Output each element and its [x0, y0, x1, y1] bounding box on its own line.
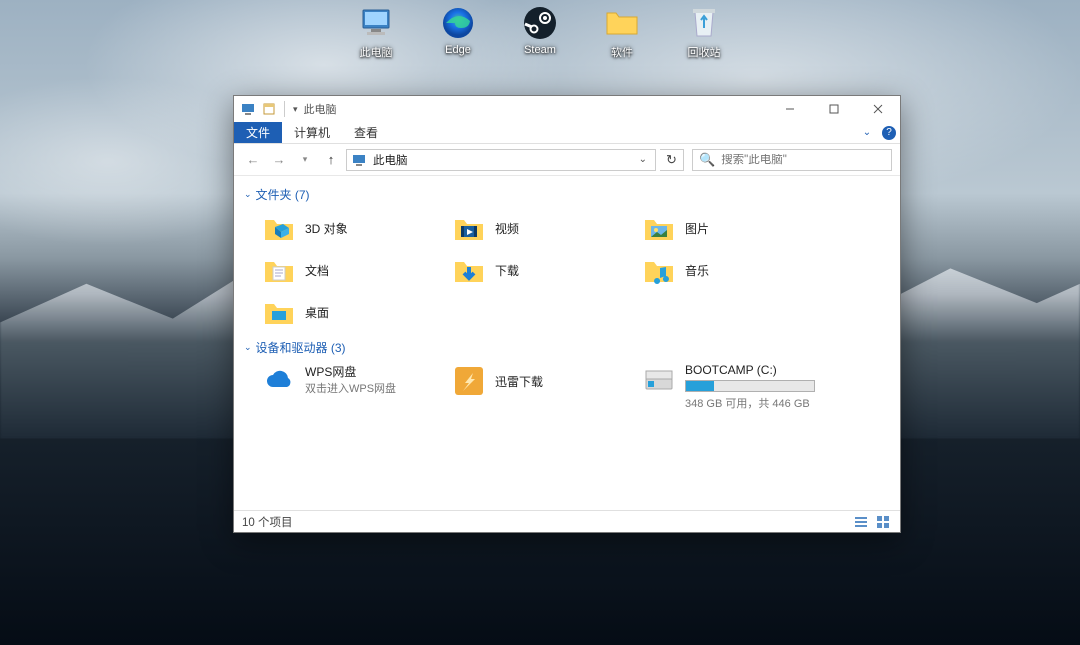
maximize-button[interactable] [812, 96, 856, 122]
folder-3d-objects[interactable]: 3D 对象 [258, 207, 448, 249]
group-header-devices-label: 设备和驱动器 (3) [256, 339, 346, 356]
folder-music[interactable]: 音乐 [638, 249, 828, 291]
group-header-devices[interactable]: ⌄ 设备和驱动器 (3) [244, 333, 890, 360]
drive-label: BOOTCAMP (C:) [685, 363, 815, 377]
chevron-down-icon: ⌄ [244, 342, 252, 353]
app-icon [240, 101, 256, 117]
folders-grid: 3D 对象 视频 图片 文档 下载 音乐 [244, 207, 890, 333]
desktop-icon-label: Steam [524, 44, 556, 56]
desktop-icon-label: 软件 [611, 44, 633, 60]
status-bar: 10 个项目 [234, 510, 900, 532]
nav-up-button[interactable]: ↑ [320, 149, 342, 171]
music-icon [643, 254, 675, 286]
ribbon-tabs: 文件 计算机 查看 ⌄ ? [234, 122, 900, 144]
search-input[interactable] [721, 154, 885, 166]
desktop-icon-software[interactable]: 软件 [592, 6, 652, 60]
content-area[interactable]: ⌄ 文件夹 (7) 3D 对象 视频 图片 文档 下载 [234, 176, 900, 510]
drive-usage-fill [686, 381, 714, 391]
device-sublabel: 双击进入WPS网盘 [305, 380, 396, 396]
recycle-bin-icon [687, 6, 721, 40]
3d-objects-icon [263, 212, 295, 244]
close-button[interactable] [856, 96, 900, 122]
group-header-folders[interactable]: ⌄ 文件夹 (7) [244, 180, 890, 207]
drive-usage-bar [685, 380, 815, 392]
search-icon: 🔍 [699, 152, 715, 168]
desktop-icon-label: Edge [445, 44, 471, 56]
desktop-icon-recycle-bin[interactable]: 回收站 [674, 6, 734, 60]
qat-dropdown-icon[interactable]: ▾ [293, 104, 298, 115]
device-xunlei[interactable]: 迅雷下载 [448, 360, 638, 402]
status-item-count: 10 个项目 [242, 514, 293, 530]
chevron-down-icon: ⌄ [244, 189, 252, 200]
folder-documents[interactable]: 文档 [258, 249, 448, 291]
folder-label: 文档 [305, 262, 329, 279]
nav-forward-button[interactable]: → [268, 149, 290, 171]
search-box[interactable]: 🔍 [692, 149, 892, 171]
group-header-folders-label: 文件夹 (7) [256, 186, 310, 203]
folder-label: 3D 对象 [305, 220, 348, 237]
window-title: 此电脑 [304, 101, 337, 117]
desktop-icon-edge[interactable]: Edge [428, 6, 488, 60]
breadcrumb-this-pc[interactable]: 此电脑 [373, 152, 408, 168]
explorer-window: ▾ 此电脑 文件 计算机 查看 ⌄ ? ← → ▾ ↑ 此电脑 ⌄ ↻ 🔍 [233, 95, 901, 533]
view-large-icons-button[interactable] [874, 513, 892, 531]
devices-grid: WPS网盘 双击进入WPS网盘 迅雷下载 BOOTCAMP (C:) 348 G… [244, 360, 890, 416]
quick-access-toolbar: ▾ [240, 101, 298, 117]
wps-cloud-icon [263, 363, 295, 395]
tab-view[interactable]: 查看 [342, 122, 390, 143]
window-controls [768, 96, 900, 122]
refresh-button[interactable]: ↻ [660, 149, 684, 171]
desktop-icon-label: 此电脑 [360, 44, 393, 60]
pictures-icon [643, 212, 675, 244]
device-label: WPS网盘 [305, 363, 396, 380]
folder-icon [605, 6, 639, 40]
tab-computer[interactable]: 计算机 [282, 122, 342, 143]
edge-icon [441, 6, 475, 40]
qat-separator [284, 101, 285, 117]
folder-label: 音乐 [685, 262, 709, 279]
videos-icon [453, 212, 485, 244]
folder-label: 图片 [685, 220, 709, 237]
xunlei-icon [453, 365, 485, 397]
address-bar[interactable]: 此电脑 ⌄ [346, 149, 656, 171]
desktop-folder-icon [263, 296, 295, 328]
device-wps-drive[interactable]: WPS网盘 双击进入WPS网盘 [258, 360, 448, 416]
desktop-icon-this-pc[interactable]: 此电脑 [346, 6, 406, 60]
folder-videos[interactable]: 视频 [448, 207, 638, 249]
drive-icon [643, 363, 675, 395]
documents-icon [263, 254, 295, 286]
address-dropdown-icon[interactable]: ⌄ [635, 154, 651, 165]
drive-free-label: 348 GB 可用，共 446 GB [685, 395, 815, 411]
this-pc-icon [359, 6, 393, 40]
help-icon: ? [882, 126, 896, 140]
device-label: 迅雷下载 [495, 373, 543, 390]
help-button[interactable]: ? [878, 122, 900, 143]
nav-recent-dropdown[interactable]: ▾ [294, 149, 316, 171]
folder-pictures[interactable]: 图片 [638, 207, 828, 249]
folder-downloads[interactable]: 下载 [448, 249, 638, 291]
folder-desktop[interactable]: 桌面 [258, 291, 448, 333]
address-this-pc-icon [351, 152, 367, 168]
desktop-icons-row: 此电脑 Edge Steam 软件 回收站 [0, 6, 1080, 60]
minimize-button[interactable] [768, 96, 812, 122]
titlebar[interactable]: ▾ 此电脑 [234, 96, 900, 122]
folder-label: 视频 [495, 220, 519, 237]
folder-label: 桌面 [305, 304, 329, 321]
view-details-button[interactable] [852, 513, 870, 531]
nav-back-button[interactable]: ← [242, 149, 264, 171]
folder-label: 下载 [495, 262, 519, 279]
ribbon-help: ⌄ [856, 122, 878, 143]
desktop-icon-label: 回收站 [688, 44, 721, 60]
navigation-bar: ← → ▾ ↑ 此电脑 ⌄ ↻ 🔍 [234, 144, 900, 176]
tab-file[interactable]: 文件 [234, 122, 282, 143]
steam-icon [523, 6, 557, 40]
ribbon-expand-icon[interactable]: ⌄ [863, 127, 871, 138]
desktop-icon-steam[interactable]: Steam [510, 6, 570, 60]
downloads-icon [453, 254, 485, 286]
device-drive-c[interactable]: BOOTCAMP (C:) 348 GB 可用，共 446 GB [638, 360, 828, 416]
qat-properties-icon[interactable] [262, 102, 276, 116]
